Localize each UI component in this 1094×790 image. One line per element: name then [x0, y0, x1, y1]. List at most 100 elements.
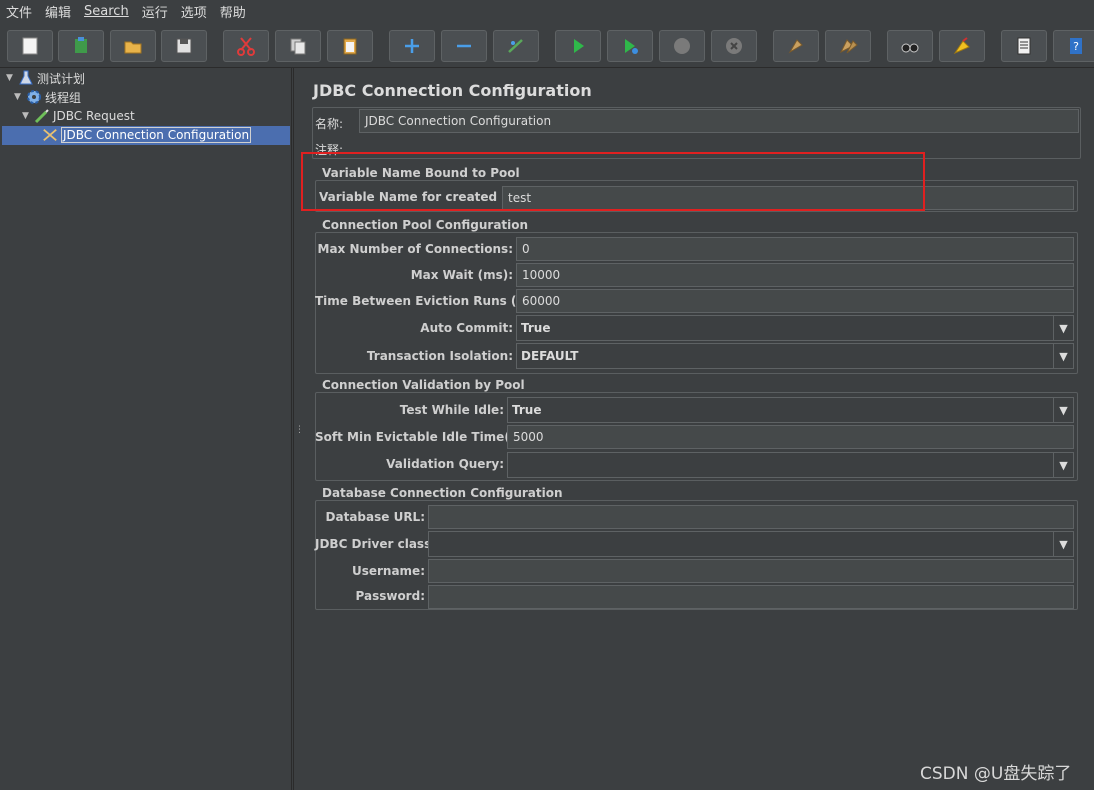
toggle-icon — [508, 39, 523, 53]
eviction-runs-label: Time Between Eviction Runs (ms): — [315, 294, 547, 308]
menu-edit[interactable]: 编辑 — [45, 2, 71, 21]
validation-query-select[interactable]: ▼ — [507, 452, 1074, 478]
transaction-isolation-label: Transaction Isolation: — [366, 349, 513, 363]
transaction-isolation-select[interactable]: DEFAULT ▼ — [516, 343, 1074, 369]
max-connections-input[interactable]: 0 — [516, 237, 1074, 261]
database-url-input[interactable] — [428, 505, 1074, 529]
menu-search[interactable]: Search — [84, 4, 129, 19]
soft-min-idle-input[interactable]: 5000 — [507, 425, 1074, 449]
tree-node-jdbc-config[interactable]: JDBC Connection Configuration — [42, 126, 252, 144]
tree-node-jdbc-request[interactable]: ▼ JDBC Request — [22, 107, 135, 125]
stop-icon — [674, 38, 690, 54]
clear-all-button[interactable] — [825, 30, 871, 62]
tree-label: JDBC Connection Configuration — [61, 127, 252, 143]
function-helper-button[interactable] — [1001, 30, 1047, 62]
transaction-isolation-value: DEFAULT — [521, 349, 579, 363]
password-label: Password: — [355, 589, 426, 603]
group-title: Connection Validation by Pool — [320, 378, 527, 392]
copy-icon — [290, 38, 306, 55]
clear-button[interactable] — [773, 30, 819, 62]
tree-label: 线程组 — [45, 90, 82, 105]
help-button[interactable]: ? — [1053, 30, 1094, 62]
max-wait-label: Max Wait (ms): — [410, 268, 513, 282]
tree-node-test-plan[interactable]: ▼ 测试计划 — [6, 69, 85, 87]
tree-label: JDBC Request — [53, 109, 135, 123]
save-icon — [176, 38, 192, 54]
split-pane-divider[interactable]: ⋮ — [293, 68, 304, 790]
expand-arrow-icon[interactable]: ▼ — [6, 73, 16, 83]
auto-commit-value: True — [521, 321, 551, 335]
expand-arrow-icon[interactable]: ▼ — [22, 111, 32, 121]
tree-node-thread-group[interactable]: ▼ 线程组 — [14, 88, 81, 106]
auto-commit-label: Auto Commit: — [420, 321, 513, 335]
templates-icon — [75, 37, 87, 53]
group-title: Connection Pool Configuration — [320, 218, 531, 232]
red-highlight-box — [301, 152, 925, 211]
test-while-idle-value: True — [512, 403, 542, 417]
cut-button[interactable] — [223, 30, 269, 62]
tree-label: 测试计划 — [37, 71, 86, 86]
clear-all-icon — [839, 39, 858, 54]
menu-help[interactable]: 帮助 — [220, 2, 246, 21]
menu-run[interactable]: 运行 — [142, 2, 168, 21]
jdbc-driver-select[interactable]: ▼ — [428, 531, 1074, 557]
pipette-icon — [34, 108, 50, 124]
username-label: Username: — [351, 564, 425, 578]
menu-options[interactable]: 选项 — [181, 2, 207, 21]
expand-arrow-icon[interactable]: ▼ — [14, 92, 24, 102]
test-while-idle-select[interactable]: True ▼ — [507, 397, 1074, 423]
password-input[interactable] — [428, 585, 1074, 609]
toolbar: ? — [0, 22, 1094, 68]
open-icon — [124, 41, 142, 54]
chevron-down-icon[interactable]: ▼ — [1053, 398, 1073, 422]
menu-bar: 文件 编辑 Search 运行 选项 帮助 — [0, 0, 1094, 22]
database-url-label: Database URL: — [325, 510, 425, 524]
menu-file[interactable]: 文件 — [6, 2, 32, 21]
auto-commit-select[interactable]: True ▼ — [516, 315, 1074, 341]
start-icon — [574, 39, 584, 53]
templates-button[interactable] — [58, 30, 104, 62]
wrench-icon — [42, 127, 58, 143]
paste-button[interactable] — [327, 30, 373, 62]
chevron-down-icon[interactable]: ▼ — [1053, 532, 1073, 556]
collapse-icon — [457, 44, 471, 48]
validation-query-label: Validation Query: — [386, 457, 504, 471]
chevron-down-icon[interactable]: ▼ — [1053, 344, 1073, 368]
eviction-runs-input[interactable]: 60000 — [516, 289, 1074, 313]
expand-icon — [405, 39, 419, 53]
stop-button[interactable] — [659, 30, 705, 62]
open-button[interactable] — [110, 30, 156, 62]
page-title: JDBC Connection Configuration — [313, 81, 592, 100]
shutdown-button[interactable] — [711, 30, 757, 62]
search-button[interactable] — [887, 30, 933, 62]
reset-search-icon — [953, 37, 970, 55]
svg-text:?: ? — [1073, 40, 1079, 53]
watermark: CSDN @U盘失踪了 — [920, 764, 1072, 784]
name-input[interactable]: JDBC Connection Configuration — [359, 109, 1079, 133]
start-no-pause-button[interactable] — [607, 30, 653, 62]
cut-icon — [237, 37, 255, 56]
toggle-button[interactable] — [493, 30, 539, 62]
expand-all-button[interactable] — [389, 30, 435, 62]
chevron-down-icon[interactable]: ▼ — [1053, 316, 1073, 340]
test-plan-tree[interactable]: ▼ 测试计划 ▼ 线程组 ▼ JDBC Request JDBC Connect… — [0, 68, 292, 790]
paste-icon — [343, 38, 357, 55]
new-button[interactable] — [7, 30, 53, 62]
shutdown-icon — [726, 38, 742, 54]
flask-icon — [18, 70, 34, 86]
clear-icon — [788, 39, 803, 54]
jdbc-driver-label: JDBC Driver class: — [315, 537, 437, 551]
save-button[interactable] — [161, 30, 207, 62]
soft-min-idle-label: Soft Min Evictable Idle Time(ms): — [315, 430, 540, 444]
max-wait-input[interactable]: 10000 — [516, 263, 1074, 287]
max-connections-label: Max Number of Connections: — [317, 242, 513, 256]
reset-search-button[interactable] — [939, 30, 985, 62]
start-button[interactable] — [555, 30, 601, 62]
new-icon — [22, 37, 38, 55]
start-no-pause-icon — [625, 39, 638, 54]
copy-button[interactable] — [275, 30, 321, 62]
chevron-down-icon[interactable]: ▼ — [1053, 453, 1073, 477]
username-input[interactable] — [428, 559, 1074, 583]
help-icon: ? — [1070, 38, 1082, 54]
collapse-all-button[interactable] — [441, 30, 487, 62]
